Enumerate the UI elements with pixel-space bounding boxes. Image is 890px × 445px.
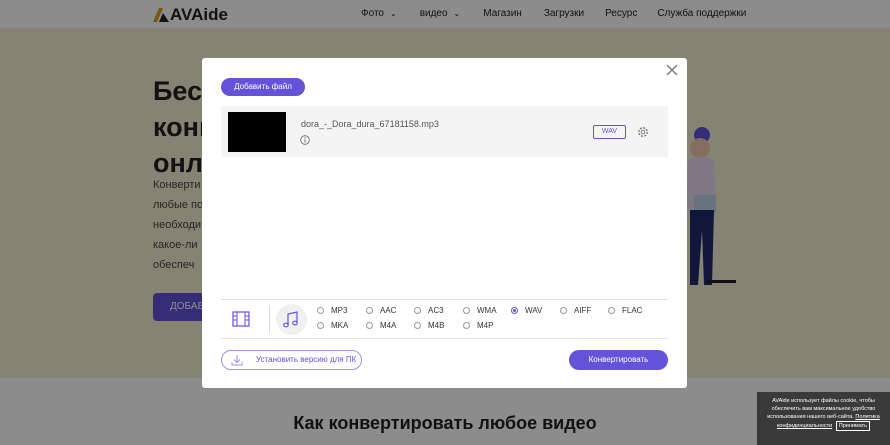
format-label: AIFF xyxy=(574,306,592,315)
radio-button[interactable] xyxy=(317,322,324,329)
gear-icon[interactable] xyxy=(637,126,649,138)
format-option-wma[interactable]: WMA xyxy=(463,306,497,315)
radio-button[interactable] xyxy=(463,307,470,314)
file-thumbnail xyxy=(228,112,286,152)
radio-button[interactable] xyxy=(414,307,421,314)
radio-button[interactable] xyxy=(366,322,373,329)
format-option-aiff[interactable]: AIFF xyxy=(560,306,591,315)
format-label: M4P xyxy=(477,321,494,330)
format-option-m4p[interactable]: M4P xyxy=(463,321,493,330)
format-label: MKA xyxy=(331,321,349,330)
radio-button[interactable] xyxy=(317,307,324,314)
format-option-aac[interactable]: AAC xyxy=(366,306,396,315)
radio-button[interactable] xyxy=(366,307,373,314)
accept-cookies-button[interactable]: Принимать xyxy=(835,421,871,431)
convert-button[interactable]: Конвертировать xyxy=(569,350,668,370)
radio-button[interactable] xyxy=(414,322,421,329)
radio-button[interactable] xyxy=(560,307,567,314)
radio-button[interactable] xyxy=(463,322,470,329)
info-icon[interactable] xyxy=(300,135,310,145)
format-label: M4B xyxy=(428,321,445,330)
install-label: Установить версию для ПК xyxy=(256,355,357,364)
install-desktop-button[interactable]: Установить версию для ПК xyxy=(221,350,362,370)
download-icon xyxy=(231,355,243,366)
format-label: AC3 xyxy=(428,306,444,315)
format-option-m4b[interactable]: M4B xyxy=(414,321,444,330)
format-option-m4a[interactable]: M4A xyxy=(366,321,396,330)
cookie-banner: AVAide использует файлы cookie, чтобы об… xyxy=(757,392,890,445)
format-label: WAV xyxy=(525,306,543,315)
radio-button-selected[interactable] xyxy=(511,307,518,314)
format-option-mka[interactable]: MKA xyxy=(317,321,348,330)
radio-button[interactable] xyxy=(608,307,615,314)
format-label: AAC xyxy=(380,306,397,315)
format-option-mp3[interactable]: MP3 xyxy=(317,306,347,315)
format-label: FLAC xyxy=(622,306,643,315)
format-label: MP3 xyxy=(331,306,348,315)
audio-format-tab[interactable] xyxy=(276,304,307,335)
format-option-wav[interactable]: WAV xyxy=(511,306,542,315)
tab-divider xyxy=(269,305,270,333)
close-icon[interactable] xyxy=(665,63,679,77)
music-note-icon xyxy=(283,311,298,328)
file-name: dora_-_Dora_dura_67181158.mp3 xyxy=(301,119,439,129)
video-format-tab-icon[interactable] xyxy=(232,310,250,328)
output-format-badge[interactable]: WAV xyxy=(593,125,626,139)
format-option-ac3[interactable]: AC3 xyxy=(414,306,444,315)
format-option-flac[interactable]: FLAC xyxy=(608,306,642,315)
format-label: WMA xyxy=(477,306,497,315)
format-label: M4A xyxy=(380,321,397,330)
add-file-button[interactable]: Добавить файл xyxy=(221,78,305,96)
